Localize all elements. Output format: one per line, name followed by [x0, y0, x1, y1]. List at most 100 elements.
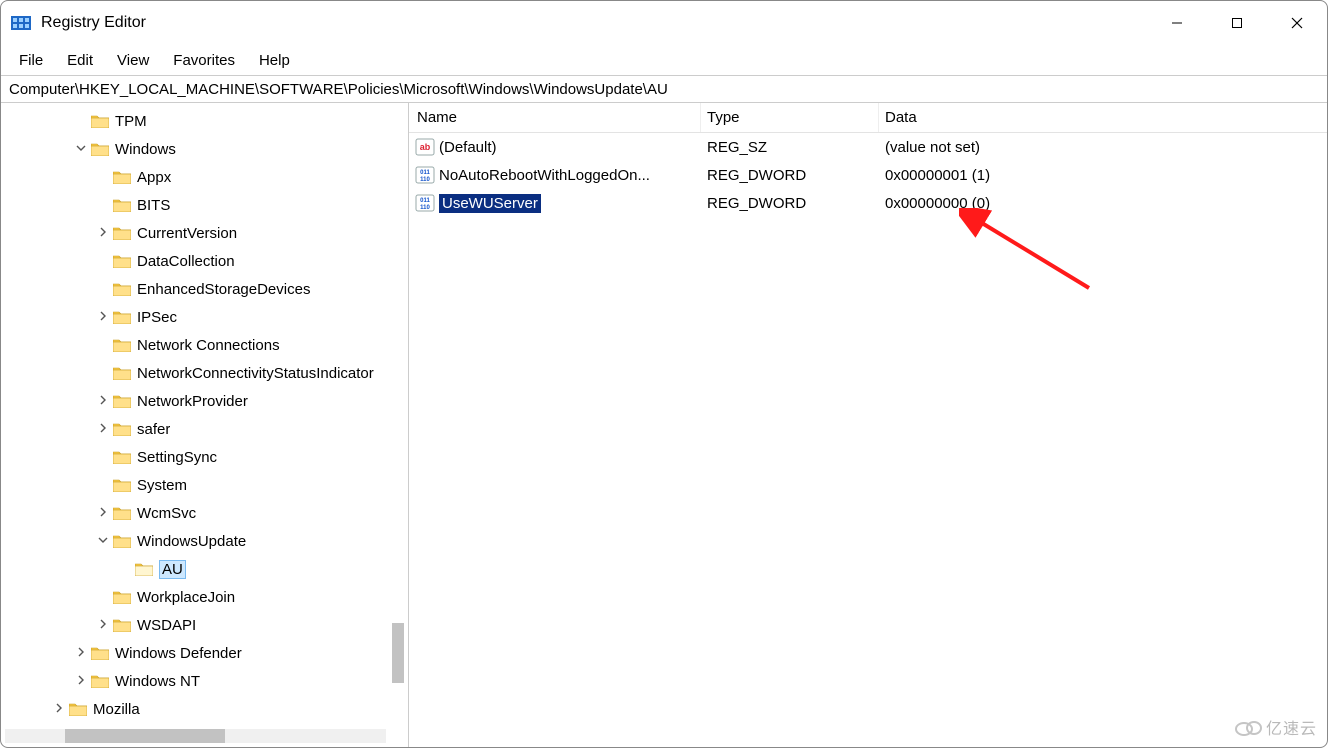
tree-item-label: Windows NT [115, 673, 200, 690]
tree-item[interactable]: Windows Defender [1, 639, 408, 667]
menu-edit[interactable]: Edit [55, 50, 105, 71]
tree-item-label: System [137, 477, 187, 494]
window-title: Registry Editor [41, 14, 146, 32]
tree-item[interactable]: Network Connections [1, 331, 408, 359]
chevron-down-icon[interactable] [95, 534, 111, 548]
registry-tree: TPM Windows Appx BITS CurrentVersion Dat… [1, 103, 408, 723]
value-data: 0x00000001 (1) [879, 167, 1327, 184]
chevron-right-icon[interactable] [95, 226, 111, 240]
tree-item-label: EnhancedStorageDevices [137, 281, 310, 298]
tree-item[interactable]: IPSec [1, 303, 408, 331]
tree-item-label: CurrentVersion [137, 225, 237, 242]
tree-item-label: Appx [137, 169, 171, 186]
minimize-button[interactable] [1147, 1, 1207, 45]
chevron-right-icon[interactable] [95, 618, 111, 632]
value-type: REG_DWORD [701, 167, 879, 184]
value-row[interactable]: ab (Default)REG_SZ(value not set) [409, 133, 1327, 161]
tree-item-label: NetworkConnectivityStatusIndicator [137, 365, 374, 382]
tree-horizontal-scrollbar-thumb[interactable] [65, 729, 225, 743]
tree-item[interactable]: Mozilla [1, 695, 408, 723]
tree-vertical-scrollbar-thumb[interactable] [392, 623, 404, 683]
tree-item[interactable]: System [1, 471, 408, 499]
value-data: 0x00000000 (0) [879, 195, 1327, 212]
tree-item-label: NetworkProvider [137, 393, 248, 410]
svg-text:110: 110 [420, 177, 430, 183]
tree-item-label: DataCollection [137, 253, 235, 270]
registry-editor-window: Registry Editor File Edit View Favorites… [0, 0, 1328, 748]
tree-item[interactable]: BITS [1, 191, 408, 219]
column-header-type[interactable]: Type [701, 103, 879, 132]
menu-favorites[interactable]: Favorites [161, 50, 247, 71]
value-type: REG_DWORD [701, 195, 879, 212]
watermark-text: 亿速云 [1266, 715, 1317, 739]
close-button[interactable] [1267, 1, 1327, 45]
maximize-button[interactable] [1207, 1, 1267, 45]
column-header-name[interactable]: Name [409, 103, 701, 132]
tree-item[interactable]: SettingSync [1, 443, 408, 471]
tree-item[interactable]: WSDAPI [1, 611, 408, 639]
tree-item-label: IPSec [137, 309, 177, 326]
titlebar[interactable]: Registry Editor [1, 1, 1327, 45]
tree-item[interactable]: WindowsUpdate [1, 527, 408, 555]
value-name: UseWUServer [439, 194, 541, 213]
tree-item[interactable]: Windows [1, 135, 408, 163]
tree-pane[interactable]: TPM Windows Appx BITS CurrentVersion Dat… [1, 103, 409, 747]
address-bar[interactable]: Computer\HKEY_LOCAL_MACHINE\SOFTWARE\Pol… [1, 75, 1327, 103]
chevron-right-icon[interactable] [73, 646, 89, 660]
tree-item-label: WorkplaceJoin [137, 589, 235, 606]
annotation-arrow-icon [959, 208, 1109, 308]
menu-help[interactable]: Help [247, 50, 302, 71]
tree-item[interactable]: DataCollection [1, 247, 408, 275]
tree-item[interactable]: WorkplaceJoin [1, 583, 408, 611]
watermark: 亿速云 [1234, 715, 1317, 739]
menu-view[interactable]: View [105, 50, 161, 71]
value-type: REG_SZ [701, 139, 879, 156]
tree-item-label: Mozilla [93, 701, 140, 718]
value-row[interactable]: 011 110 UseWUServer REG_DWORD0x00000000 (… [409, 189, 1327, 217]
value-data: (value not set) [879, 139, 1327, 156]
tree-item-label: Network Connections [137, 337, 280, 354]
tree-item-label: Windows [115, 141, 176, 158]
chevron-right-icon[interactable] [95, 310, 111, 324]
svg-text:011: 011 [420, 170, 430, 176]
tree-item-label: TPM [115, 113, 147, 130]
tree-item-label: SettingSync [137, 449, 217, 466]
value-name: NoAutoRebootWithLoggedOn... [439, 167, 650, 184]
chevron-right-icon[interactable] [51, 702, 67, 716]
tree-item[interactable]: CurrentVersion [1, 219, 408, 247]
tree-item-label: safer [137, 421, 170, 438]
chevron-right-icon[interactable] [95, 394, 111, 408]
tree-item[interactable]: Windows NT [1, 667, 408, 695]
cloud-icon [1234, 718, 1262, 736]
chevron-right-icon[interactable] [73, 674, 89, 688]
tree-item-label: WSDAPI [137, 617, 196, 634]
tree-item[interactable]: safer [1, 415, 408, 443]
chevron-down-icon[interactable] [73, 142, 89, 156]
tree-item[interactable]: NetworkProvider [1, 387, 408, 415]
values-list: ab (Default)REG_SZ(value not set) 011 11… [409, 133, 1327, 217]
value-row[interactable]: 011 110 NoAutoRebootWithLoggedOn... REG_D… [409, 161, 1327, 189]
column-header-data[interactable]: Data [879, 103, 1327, 132]
chevron-right-icon[interactable] [95, 506, 111, 520]
tree-item[interactable]: EnhancedStorageDevices [1, 275, 408, 303]
value-name: (Default) [439, 139, 497, 156]
svg-text:011: 011 [420, 198, 430, 204]
tree-item[interactable]: AU [1, 555, 408, 583]
regedit-app-icon [11, 13, 31, 33]
values-header: Name Type Data [409, 103, 1327, 133]
tree-item-label: WindowsUpdate [137, 533, 246, 550]
tree-item-label: AU [159, 560, 186, 579]
svg-text:110: 110 [420, 205, 430, 211]
tree-horizontal-scrollbar[interactable] [5, 729, 386, 743]
tree-item[interactable]: WcmSvc [1, 499, 408, 527]
tree-item[interactable]: Appx [1, 163, 408, 191]
menu-file[interactable]: File [7, 50, 55, 71]
values-pane[interactable]: Name Type Data ab (Default)REG_SZ(value … [409, 103, 1327, 747]
address-path: Computer\HKEY_LOCAL_MACHINE\SOFTWARE\Pol… [9, 81, 668, 98]
tree-item-label: BITS [137, 197, 170, 214]
tree-item-label: Windows Defender [115, 645, 242, 662]
tree-item[interactable]: NetworkConnectivityStatusIndicator [1, 359, 408, 387]
chevron-right-icon[interactable] [95, 422, 111, 436]
tree-item[interactable]: TPM [1, 107, 408, 135]
menubar: File Edit View Favorites Help [1, 45, 1327, 75]
